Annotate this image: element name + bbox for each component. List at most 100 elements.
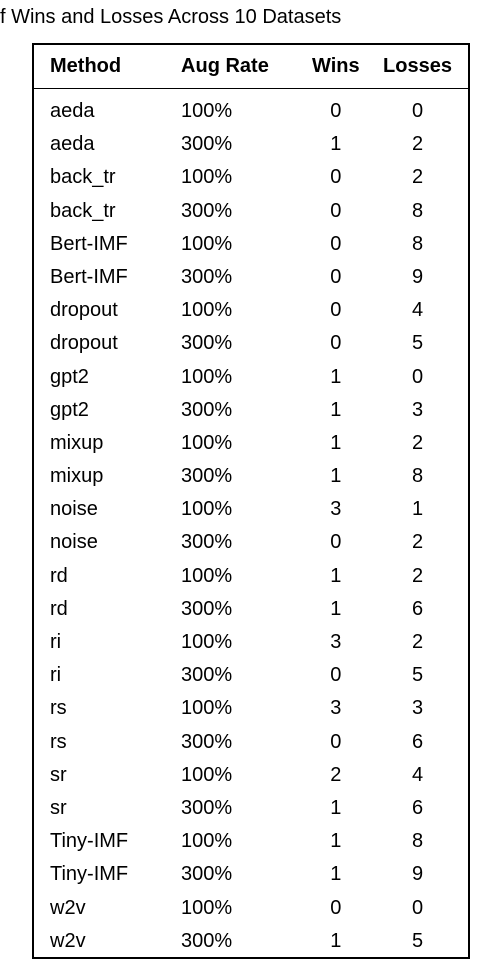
cell-wins: 0 <box>297 227 375 260</box>
cell-losses: 6 <box>375 791 469 824</box>
cell-method: mixup <box>33 426 173 459</box>
cell-losses: 3 <box>375 393 469 426</box>
cell-wins: 3 <box>297 493 375 526</box>
cell-aug-rate: 100% <box>173 559 297 592</box>
header-row: Method Aug Rate Wins Losses <box>33 44 469 89</box>
table-row: sr300%16 <box>33 791 469 824</box>
cell-method: dropout <box>33 327 173 360</box>
cell-method: Bert-IMF <box>33 227 173 260</box>
cell-aug-rate: 100% <box>173 294 297 327</box>
table-row: back_tr300%08 <box>33 194 469 227</box>
cell-wins: 1 <box>297 459 375 492</box>
cell-wins: 1 <box>297 128 375 161</box>
table-row: dropout100%04 <box>33 294 469 327</box>
cell-losses: 4 <box>375 294 469 327</box>
table-row: w2v100%00 <box>33 891 469 924</box>
cell-method: w2v <box>33 891 173 924</box>
results-table: Method Aug Rate Wins Losses aeda100%00ae… <box>32 43 470 959</box>
cell-aug-rate: 100% <box>173 758 297 791</box>
table-row: rs300%06 <box>33 725 469 758</box>
cell-aug-rate: 300% <box>173 393 297 426</box>
cell-losses: 2 <box>375 426 469 459</box>
table-row: aeda300%12 <box>33 128 469 161</box>
cell-wins: 0 <box>297 161 375 194</box>
table-row: ri300%05 <box>33 659 469 692</box>
cell-wins: 3 <box>297 625 375 658</box>
table-wrap: Method Aug Rate Wins Losses aeda100%00ae… <box>32 43 470 959</box>
cell-aug-rate: 300% <box>173 725 297 758</box>
cell-aug-rate: 100% <box>173 493 297 526</box>
cell-method: rd <box>33 559 173 592</box>
cell-method: aeda <box>33 89 173 128</box>
table-row: mixup100%12 <box>33 426 469 459</box>
table-row: back_tr100%02 <box>33 161 469 194</box>
cell-method: aeda <box>33 128 173 161</box>
cell-method: back_tr <box>33 161 173 194</box>
cell-wins: 3 <box>297 692 375 725</box>
cell-aug-rate: 300% <box>173 659 297 692</box>
cell-method: back_tr <box>33 194 173 227</box>
cell-method: gpt2 <box>33 393 173 426</box>
cell-method: noise <box>33 493 173 526</box>
cell-wins: 0 <box>297 659 375 692</box>
table-row: rd100%12 <box>33 559 469 592</box>
cell-wins: 0 <box>297 260 375 293</box>
cell-losses: 6 <box>375 725 469 758</box>
cell-wins: 1 <box>297 559 375 592</box>
cell-wins: 1 <box>297 825 375 858</box>
cell-wins: 0 <box>297 526 375 559</box>
cell-aug-rate: 300% <box>173 194 297 227</box>
cell-method: dropout <box>33 294 173 327</box>
cell-aug-rate: 300% <box>173 924 297 958</box>
header-method: Method <box>33 44 173 89</box>
cell-losses: 2 <box>375 128 469 161</box>
cell-wins: 1 <box>297 426 375 459</box>
cell-wins: 1 <box>297 360 375 393</box>
cell-aug-rate: 100% <box>173 426 297 459</box>
cell-aug-rate: 300% <box>173 260 297 293</box>
cell-wins: 1 <box>297 858 375 891</box>
cell-aug-rate: 300% <box>173 128 297 161</box>
cell-losses: 0 <box>375 891 469 924</box>
cell-method: noise <box>33 526 173 559</box>
cell-losses: 1 <box>375 493 469 526</box>
cell-wins: 0 <box>297 891 375 924</box>
cell-losses: 8 <box>375 227 469 260</box>
cell-losses: 2 <box>375 526 469 559</box>
cell-method: sr <box>33 791 173 824</box>
cell-wins: 0 <box>297 294 375 327</box>
cell-wins: 1 <box>297 924 375 958</box>
table-head: Method Aug Rate Wins Losses <box>33 44 469 89</box>
table-row: rs100%33 <box>33 692 469 725</box>
cell-losses: 2 <box>375 559 469 592</box>
cell-method: rs <box>33 725 173 758</box>
cell-wins: 1 <box>297 592 375 625</box>
cell-losses: 8 <box>375 825 469 858</box>
cell-losses: 4 <box>375 758 469 791</box>
table-row: mixup300%18 <box>33 459 469 492</box>
cell-wins: 0 <box>297 194 375 227</box>
table-caption: f Wins and Losses Across 10 Datasets <box>0 6 484 29</box>
table-row: rd300%16 <box>33 592 469 625</box>
table-row: Tiny-IMF100%18 <box>33 825 469 858</box>
cell-losses: 0 <box>375 360 469 393</box>
table-row: noise300%02 <box>33 526 469 559</box>
cell-losses: 2 <box>375 625 469 658</box>
header-wins: Wins <box>297 44 375 89</box>
cell-wins: 2 <box>297 758 375 791</box>
header-losses: Losses <box>375 44 469 89</box>
cell-aug-rate: 300% <box>173 791 297 824</box>
cell-method: Tiny-IMF <box>33 825 173 858</box>
cell-aug-rate: 300% <box>173 592 297 625</box>
cell-wins: 0 <box>297 327 375 360</box>
table-row: Bert-IMF300%09 <box>33 260 469 293</box>
cell-aug-rate: 100% <box>173 825 297 858</box>
cell-method: mixup <box>33 459 173 492</box>
cell-losses: 5 <box>375 327 469 360</box>
cell-wins: 0 <box>297 725 375 758</box>
cell-aug-rate: 100% <box>173 360 297 393</box>
cell-aug-rate: 100% <box>173 891 297 924</box>
cell-aug-rate: 300% <box>173 526 297 559</box>
cell-aug-rate: 100% <box>173 161 297 194</box>
page: f Wins and Losses Across 10 Datasets Met… <box>0 0 502 977</box>
